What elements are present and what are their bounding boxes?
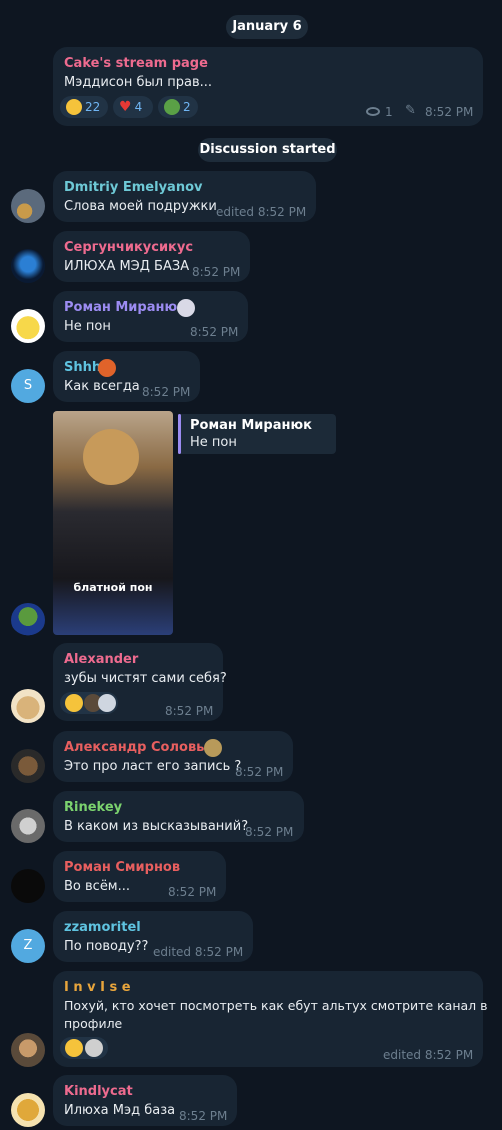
reply-preview[interactable]: Роман Миранюк Не пон <box>178 414 336 454</box>
message-time: edited 8:52 PM <box>216 205 307 219</box>
avatar[interactable]: Z <box>11 929 45 963</box>
message-text: Во всём... <box>64 879 131 894</box>
message-time: 8:52 PM <box>165 704 214 718</box>
avatar[interactable] <box>11 1093 45 1127</box>
avatar[interactable]: S <box>11 369 45 403</box>
reaction-heart[interactable]: ♥ 4 <box>113 96 153 118</box>
grinning-face-icon <box>65 694 83 712</box>
message-author[interactable]: Shhh <box>64 360 101 375</box>
discussion-started-separator: Discussion started <box>198 138 337 162</box>
sticker-caption: блатной пон <box>73 581 153 594</box>
message-bubble[interactable]: Роман Смирнов Во всём... 8:52 PM <box>53 851 226 902</box>
channel-post-author[interactable]: Cake's stream page <box>64 56 208 71</box>
reply-accent-bar <box>178 414 181 454</box>
eye-icon <box>366 107 380 116</box>
message-text: Илюха Мэд база <box>64 1103 176 1118</box>
message-author[interactable]: I n v I s e <box>64 980 131 995</box>
reactor-avatar <box>98 694 116 712</box>
message-bubble[interactable]: zzamoritel По поводу?? edited 8:52 PM <box>53 911 253 962</box>
message-time: 8:52 PM <box>245 825 294 839</box>
message-author[interactable]: zzamoritel <box>64 920 141 935</box>
message-time: 8:52 PM <box>190 325 239 339</box>
message-author[interactable]: Alexander <box>64 652 138 667</box>
message-time: 8:52 PM <box>192 265 241 279</box>
channel-post-bubble[interactable]: Cake's stream page Мэддисон был прав... … <box>53 47 483 126</box>
pepe-frog-icon <box>164 98 180 115</box>
football-helmet-icon <box>98 359 116 377</box>
avatar[interactable] <box>11 1033 45 1067</box>
avatar[interactable] <box>11 809 45 843</box>
message-text: В каком из высказываний? <box>64 819 249 834</box>
heart-icon: ♥ <box>119 98 132 115</box>
message-text: Не пон <box>64 319 111 334</box>
premium-badge-icon <box>204 739 222 757</box>
views-count: 1 <box>385 105 393 119</box>
monkey-face <box>83 429 139 485</box>
message-bubble[interactable]: Dmitriy Emelyanov Слова моей подружки ed… <box>53 171 316 222</box>
reaction-count: 4 <box>134 100 143 114</box>
message-time: 8:52 PM <box>235 765 284 779</box>
message-author[interactable]: Сергунчикусикус <box>64 240 193 255</box>
avatar[interactable] <box>11 869 45 903</box>
message-text: Это про ласт его запись ? <box>64 759 242 774</box>
avatar[interactable] <box>11 689 45 723</box>
reactor-avatar <box>85 1039 103 1057</box>
message-text: Как всегда <box>64 379 140 394</box>
avatar[interactable] <box>11 749 45 783</box>
avatar[interactable] <box>11 603 45 637</box>
sticker-image[interactable]: блатной пон <box>53 411 173 635</box>
reaction-grinning[interactable]: 22 <box>60 96 108 118</box>
reaction-pepe[interactable]: 2 <box>158 96 198 118</box>
channel-post-text: Мэддисон был прав... <box>64 75 213 90</box>
avatar[interactable] <box>11 249 45 283</box>
message-bubble[interactable]: Shhh Как всегда 8:52 PM <box>53 351 200 402</box>
reply-text: Не пон <box>190 435 237 450</box>
avatar[interactable] <box>11 309 45 343</box>
message-text-line-1: Похуй, кто хочет посмотреть как ебут аль… <box>64 998 488 1013</box>
message-time: edited 8:52 PM <box>383 1048 474 1062</box>
reply-author: Роман Миранюк <box>190 418 312 433</box>
grinning-face-icon <box>66 98 82 115</box>
pin-icon: ✎ <box>405 103 416 118</box>
message-time: 8:52 PM <box>179 1109 228 1123</box>
message-bubble[interactable]: Kindlycat Илюха Мэд база 8:52 PM <box>53 1075 237 1126</box>
message-time: 8:52 PM <box>142 385 191 399</box>
message-bubble[interactable]: I n v I s e Похуй, кто хочет посмотреть … <box>53 971 488 1067</box>
message-time: edited 8:52 PM <box>153 945 244 959</box>
message-bubble[interactable]: Rinekey В каком из высказываний? 8:52 PM <box>53 791 304 842</box>
message-bubble[interactable]: Сергунчикусикус ИЛЮХА МЭД БАЗА 8:52 PM <box>53 231 250 282</box>
reaction-count: 22 <box>85 100 101 114</box>
message-time: 8:52 PM <box>425 105 474 119</box>
message-time: 8:52 PM <box>168 885 217 899</box>
avatar[interactable] <box>11 189 45 223</box>
reaction-group[interactable] <box>60 1037 108 1059</box>
message-text: Слова моей подружки <box>64 199 217 214</box>
message-author[interactable]: Kindlycat <box>64 1084 133 1099</box>
message-text: зубы чистят сами себя? <box>64 671 227 686</box>
message-author[interactable]: Dmitriy Emelyanov <box>64 180 202 195</box>
emoji-status-icon <box>177 299 195 317</box>
message-bubble[interactable]: Александр Соловьев Это про ласт его запи… <box>53 731 293 782</box>
message-bubble[interactable]: Роман Миранюк Не пон 8:52 PM <box>53 291 248 342</box>
date-separator: January 6 <box>226 15 308 39</box>
message-text: ИЛЮХА МЭД БАЗА <box>64 259 190 274</box>
reaction-group[interactable] <box>60 692 118 714</box>
message-author[interactable]: Роман Смирнов <box>64 860 180 875</box>
message-text-line-2: профиле <box>64 1016 123 1031</box>
message-bubble[interactable]: Alexander зубы чистят сами себя? 8:52 PM <box>53 643 227 721</box>
thumbs-up-icon <box>65 1039 83 1057</box>
message-text: По поводу?? <box>64 939 149 954</box>
message-author[interactable]: Роман Миранюк <box>64 300 186 315</box>
message-author[interactable]: Rinekey <box>64 800 122 815</box>
message-author[interactable]: Александр Соловьев <box>64 740 221 755</box>
reaction-count: 2 <box>183 100 191 114</box>
